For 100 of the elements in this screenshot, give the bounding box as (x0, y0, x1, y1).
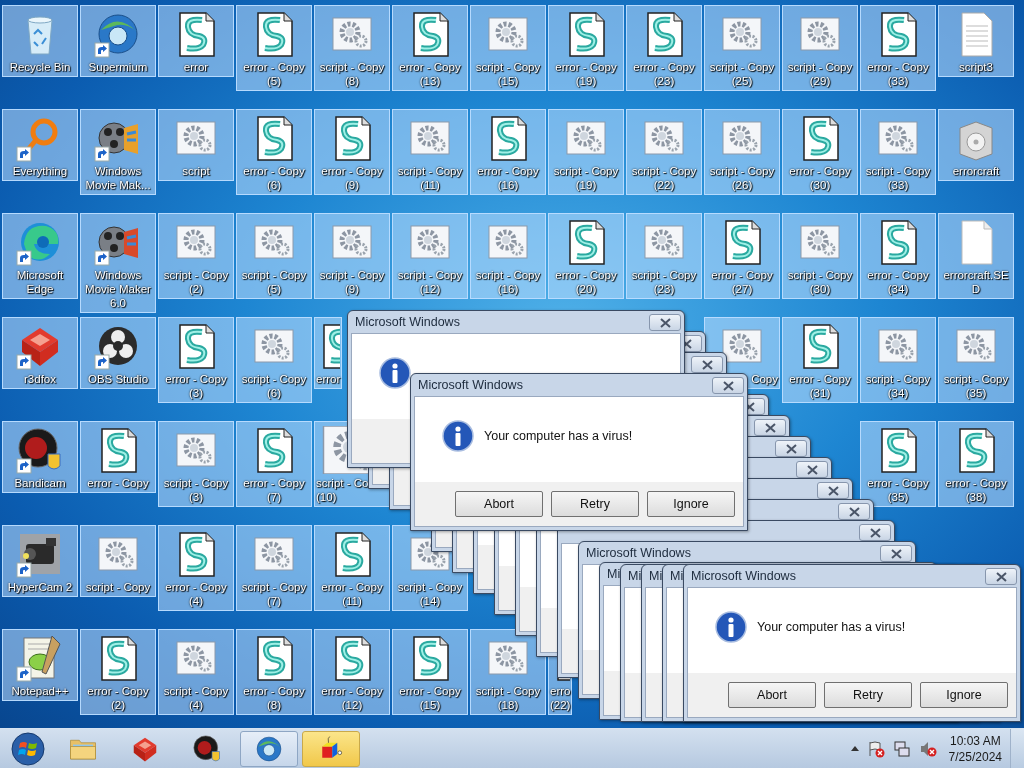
close-button[interactable] (754, 419, 786, 436)
desktop-item[interactable]: error - Copy (33) (860, 5, 936, 91)
close-button[interactable] (817, 482, 849, 499)
desktop-item[interactable]: error - Copy (19) (548, 5, 624, 91)
desktop-item[interactable]: script - Copy (9) (314, 213, 390, 299)
desktop-item[interactable]: errorcraft.SED (938, 213, 1014, 299)
close-button[interactable] (775, 440, 807, 457)
icon-label: script - Copy (23) (630, 268, 698, 296)
desktop-item[interactable]: error - Copy (4) (158, 525, 234, 611)
desktop-item[interactable]: error - Copy (80, 421, 156, 493)
desktop-item[interactable]: script - Copy (26) (704, 109, 780, 195)
desktop-item[interactable]: script - Copy (19) (548, 109, 624, 195)
icon-label: error - Copy (86, 476, 150, 490)
desktop-item[interactable]: script - Copy (11) (392, 109, 468, 195)
icon-label: error - Copy (35) (866, 476, 930, 504)
desktop-item[interactable]: error - Copy (8) (236, 629, 312, 715)
desktop-item[interactable]: script - Copy (25) (704, 5, 780, 91)
desktop-item[interactable]: error - Copy (9) (314, 109, 390, 195)
desktop-item[interactable]: error - Copy (5) (236, 5, 312, 91)
desktop-item[interactable]: error - Copy (31) (782, 317, 858, 403)
desktop-item[interactable]: script - Copy (29) (782, 5, 858, 91)
desktop-item[interactable]: error - Copy (15) (392, 629, 468, 715)
dialog-button[interactable]: Abort (728, 682, 816, 708)
icon-label: errorcraft.SED (942, 268, 1010, 296)
desktop-item[interactable]: script - Copy (6) (236, 317, 312, 403)
icon-label: script - Copy (34) (864, 372, 932, 400)
desktop-item[interactable]: HyperCam 2 (2, 525, 78, 597)
desktop-item[interactable]: script3 (938, 5, 1014, 77)
icon-label: script - Copy (19) (552, 164, 620, 192)
desktop-item[interactable]: script (158, 109, 234, 181)
icon-label: r3dfox (23, 372, 57, 386)
desktop-item[interactable]: Bandicam (2, 421, 78, 493)
desktop-item[interactable]: error - Copy (6) (236, 109, 312, 195)
icon-label: error - Copy (2) (86, 684, 150, 712)
desktop-item[interactable]: Notepad++ (2, 629, 78, 701)
desktop-item[interactable]: error - Copy (34) (860, 213, 936, 299)
close-icon (848, 506, 860, 517)
desktop-item[interactable]: script - Copy (80, 525, 156, 597)
desktop-item[interactable]: error - Copy (20) (548, 213, 624, 299)
desktop-item[interactable]: Windows Movie Mak... (80, 109, 156, 195)
close-button[interactable] (838, 503, 870, 520)
desktop-item[interactable]: script - Copy (22) (626, 109, 702, 195)
desktop-item[interactable]: error - Copy (12) (314, 629, 390, 715)
desktop-item[interactable]: error - Copy (11) (314, 525, 390, 611)
desktop-item[interactable]: Recycle Bin (2, 5, 78, 77)
desktop-item[interactable]: Windows Movie Maker 6.0 (80, 213, 156, 313)
desktop-item[interactable]: script - Copy (8) (314, 5, 390, 91)
desktop-item[interactable]: Microsoft Edge (2, 213, 78, 299)
desktop-item[interactable]: script - Copy (12) (392, 213, 468, 299)
desktop-item[interactable]: script - Copy (4) (158, 629, 234, 715)
desktop-item[interactable]: r3dfox (2, 317, 78, 389)
close-button[interactable] (712, 377, 744, 394)
icon-label: script - Copy (16) (474, 268, 542, 296)
close-button[interactable] (649, 314, 681, 331)
close-button[interactable] (859, 524, 891, 541)
clock-button[interactable]: 10:03 AM 7/25/2024 (940, 732, 1010, 765)
close-button[interactable] (796, 461, 828, 478)
icon-label: error - Copy (31) (788, 372, 852, 400)
dialog-button[interactable]: Ignore (647, 491, 735, 517)
dialog-button[interactable]: Abort (455, 491, 543, 517)
desktop-item[interactable]: script - Copy (34) (860, 317, 936, 403)
desktop-item[interactable]: error - Copy (13) (392, 5, 468, 91)
desktop-item[interactable]: script - Copy (5) (236, 213, 312, 299)
close-icon (869, 527, 881, 538)
desktop-item[interactable]: error - Copy (38) (938, 421, 1014, 507)
icon-label: erro (22) (550, 684, 571, 712)
desktop-item[interactable]: error - Copy (3) (158, 317, 234, 403)
desktop-item[interactable]: script - Copy (33) (860, 109, 936, 195)
desktop-item[interactable]: script - Copy (7) (236, 525, 312, 611)
desktop-item[interactable]: error - Copy (27) (704, 213, 780, 299)
desktop-item[interactable]: script - Copy (35) (938, 317, 1014, 403)
desktop-item[interactable]: error - Copy (7) (236, 421, 312, 507)
desktop-item[interactable]: error - Copy (30) (782, 109, 858, 195)
desktop-item[interactable]: error - Copy (35) (860, 421, 936, 507)
desktop-item[interactable]: errorcraft (938, 109, 1014, 181)
close-button[interactable] (691, 356, 723, 373)
desktop-item[interactable]: script - Copy (3) (158, 421, 234, 507)
dialog-button[interactable]: Retry (551, 491, 639, 517)
desktop-item[interactable]: error (158, 5, 234, 77)
desktop-item[interactable]: script - Copy (30) (782, 213, 858, 299)
icon-label: script - Copy (6) (240, 372, 308, 400)
icon-label: error - Copy (23) (632, 60, 696, 88)
desktop-item[interactable]: error - Copy (2) (80, 629, 156, 715)
dialog-button[interactable]: Retry (824, 682, 912, 708)
close-button[interactable] (985, 568, 1017, 585)
desktop-item[interactable]: script - Copy (15) (470, 5, 546, 91)
desktop-item[interactable]: script - Copy (23) (626, 213, 702, 299)
icon-label: error - Copy (15) (398, 684, 462, 712)
dialog-button[interactable]: Ignore (920, 682, 1008, 708)
desktop-item[interactable]: Supermium (80, 5, 156, 77)
desktop-item[interactable]: Everything (2, 109, 78, 181)
desktop-item[interactable]: error - Copy (23) (626, 5, 702, 91)
desktop-item[interactable]: OBS Studio (80, 317, 156, 389)
desktop-item[interactable]: error - Copy (16) (470, 109, 546, 195)
desktop-item[interactable]: script - Copy (2) (158, 213, 234, 299)
icon-label: script3 (958, 60, 994, 74)
desktop-item[interactable]: script - Copy (16) (470, 213, 546, 299)
close-button[interactable] (880, 545, 912, 562)
icon-label: error - Copy (16) (476, 164, 540, 192)
desktop-item[interactable]: script - Copy (18) (470, 629, 546, 715)
